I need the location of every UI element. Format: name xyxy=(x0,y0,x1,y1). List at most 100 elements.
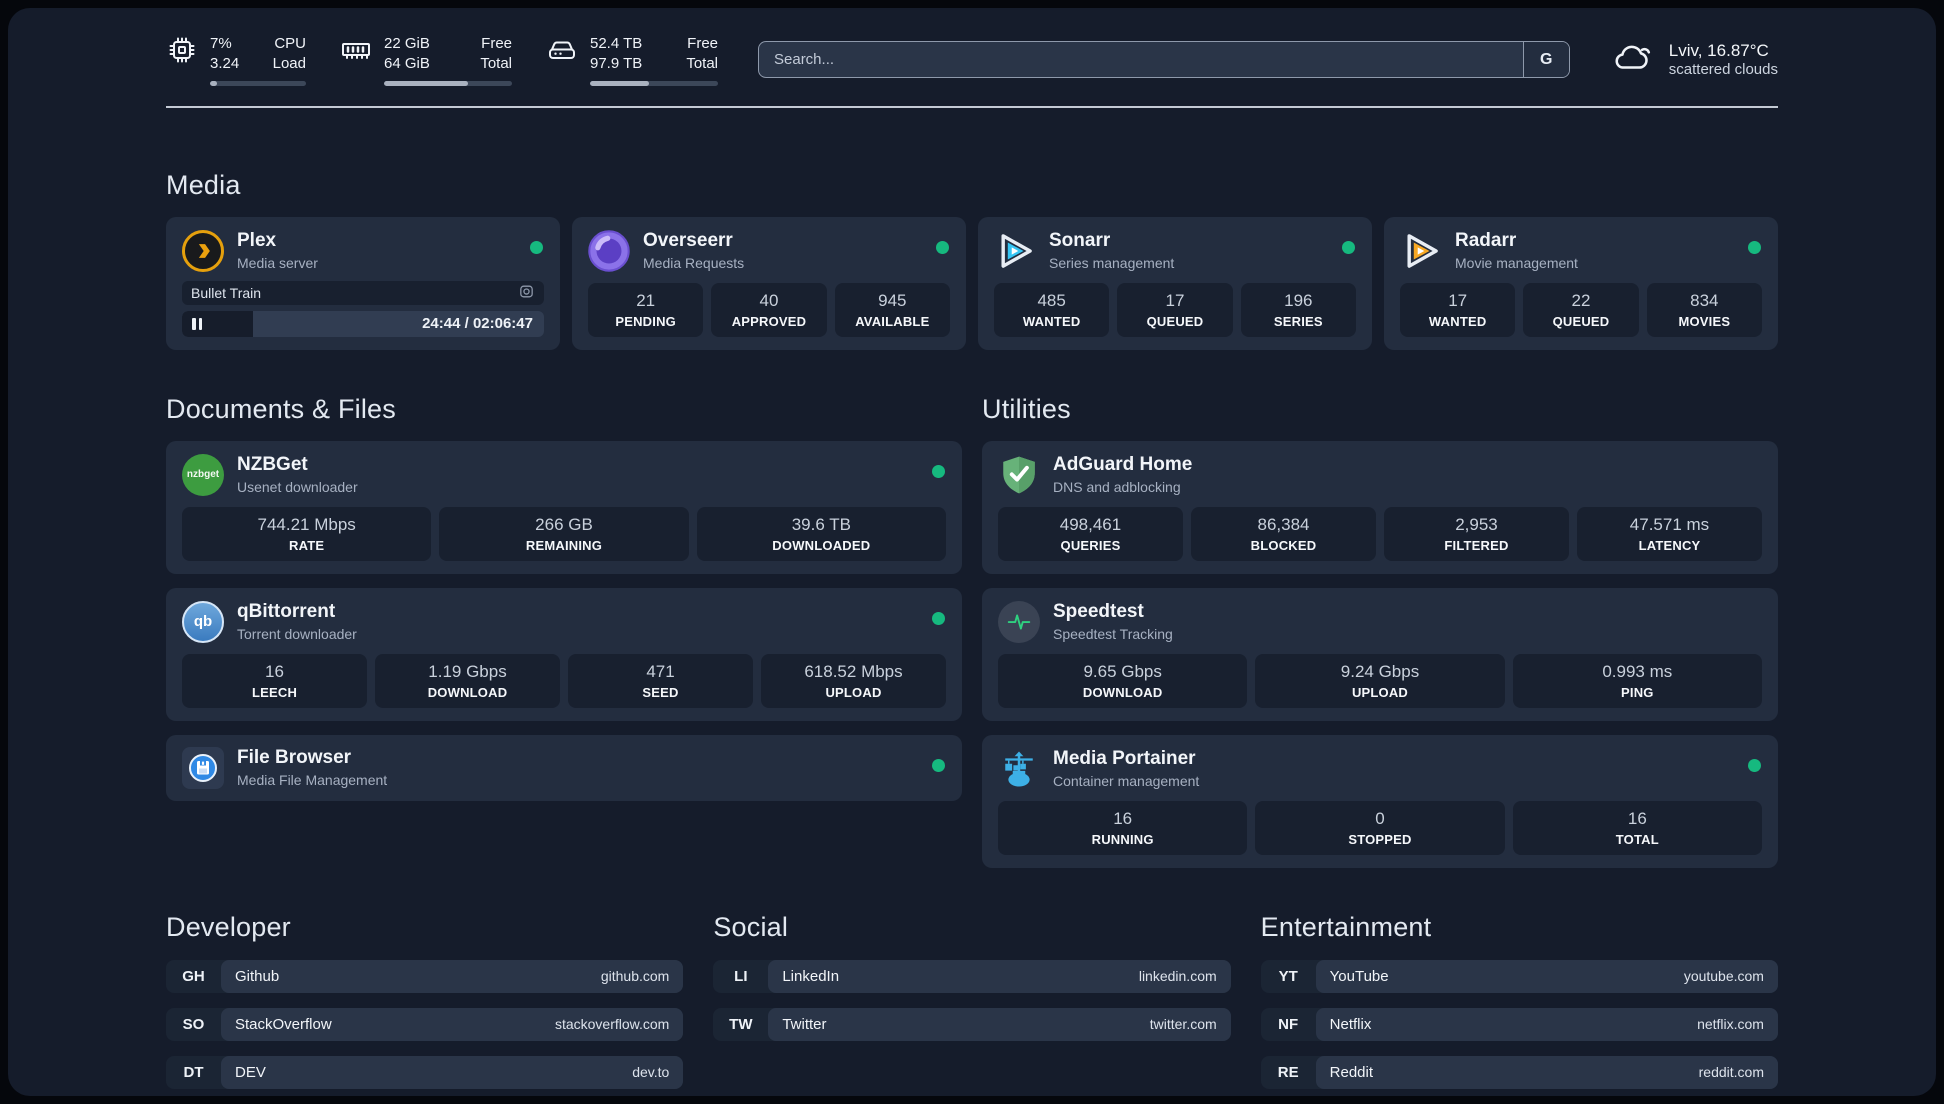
section-utilities: Utilities AdGuard Home DNS and adblockin… xyxy=(982,394,1778,868)
card-subtitle: Usenet downloader xyxy=(237,478,358,495)
dashboard-screen: 7% 3.24 CPU Load 22 GiB 64 GiB Free Tota… xyxy=(0,0,1944,1104)
cpu-load-label: Load xyxy=(272,55,306,73)
cpu-icon xyxy=(166,34,198,66)
link-netflix[interactable]: NF Netflix netflix.com xyxy=(1260,1007,1778,1041)
cpu-label: CPU xyxy=(274,35,306,52)
cpu-load-value: 3.24 xyxy=(210,55,240,73)
card-overseerr[interactable]: Overseerr Media Requests 21 PENDING 40 APP… xyxy=(572,216,966,350)
link-name: Reddit xyxy=(1329,1063,1374,1081)
stat-blocked: 86,384 BLOCKED xyxy=(1191,506,1376,561)
card-title: Overseerr xyxy=(643,230,733,252)
cloud-icon xyxy=(1610,40,1656,79)
stat-series: 196 SERIES xyxy=(1240,282,1356,337)
stat-download: 1.19 Gbps DOWNLOAD xyxy=(375,653,560,708)
card-title: qBittorrent xyxy=(237,601,336,623)
stat-wanted: 485 WANTED xyxy=(994,282,1110,337)
status-dot-online xyxy=(1748,240,1761,254)
stat-downloaded: 39.6 TB DOWNLOADED xyxy=(696,506,946,561)
card-subtitle: Media server xyxy=(237,254,318,271)
status-dot-online xyxy=(1342,240,1355,254)
card-portainer[interactable]: Media Portainer Container management 16 R… xyxy=(982,734,1778,868)
link-url: netflix.com xyxy=(1697,1016,1764,1032)
cpu-stat: 7% 3.24 CPU Load xyxy=(166,34,306,86)
card-adguard[interactable]: AdGuard Home DNS and adblocking 498,461 Q… xyxy=(982,440,1778,574)
card-title: AdGuard Home xyxy=(1053,454,1193,476)
link-github[interactable]: GH Github github.com xyxy=(166,959,684,993)
stat-wanted: 17 WANTED xyxy=(1400,282,1516,337)
stat-remaining: 266 GB REMAINING xyxy=(439,506,689,561)
card-subtitle: Container management xyxy=(1053,772,1200,789)
stat-latency: 47.571 ms LATENCY xyxy=(1577,506,1762,561)
playback-progress-bar: 24:44 / 02:06:47 xyxy=(182,310,544,337)
status-dot-online xyxy=(932,758,945,772)
card-nzbget[interactable]: nzbget NZBGet Usenet downloader 744.21 M… xyxy=(166,440,962,574)
link-name: YouTube xyxy=(1329,967,1389,985)
disk-stat: 52.4 TB 97.9 TB Free Total xyxy=(546,34,718,86)
link-url: youtube.com xyxy=(1683,968,1764,984)
stat-queued: 22 QUEUED xyxy=(1523,282,1639,337)
playback-played xyxy=(182,310,253,337)
card-subtitle: Movie management xyxy=(1455,254,1578,271)
disk-total-label: Total xyxy=(686,55,718,73)
card-plex[interactable]: Plex Media server Bullet Train 24:44 / 0… xyxy=(166,216,560,350)
link-tag: TW xyxy=(729,1015,753,1033)
stat-upload: 618.52 Mbps UPLOAD xyxy=(761,653,946,708)
status-dot-online xyxy=(1748,758,1761,772)
link-dev-to[interactable]: DT DEV dev.to xyxy=(166,1055,684,1089)
dashboard-panel: 7% 3.24 CPU Load 22 GiB 64 GiB Free Tota… xyxy=(8,8,1936,1096)
card-qbittorrent[interactable]: qb qBittorrent Torrent downloader 16 LEEC… xyxy=(166,587,962,721)
ram-free-value: 22 GiB xyxy=(384,35,430,52)
card-title: Sonarr xyxy=(1049,230,1111,252)
portainer-icon xyxy=(998,748,1040,790)
disk-total-value: 97.9 TB xyxy=(590,55,643,73)
link-tag: NF xyxy=(1278,1015,1299,1033)
ram-stat: 22 GiB 64 GiB Free Total xyxy=(340,34,512,86)
card-speedtest[interactable]: Speedtest Speedtest Tracking 9.65 Gbps DO… xyxy=(982,587,1778,721)
stat-queued: 17 QUEUED xyxy=(1117,282,1233,337)
section-title-developer: Developer xyxy=(166,911,291,942)
card-subtitle: Media Requests xyxy=(643,254,745,271)
card-sonarr[interactable]: Sonarr Series management 485 WANTED 17 QUE… xyxy=(978,216,1372,350)
now-playing-title: Bullet Train xyxy=(191,284,262,301)
stat-running: 16 RUNNING xyxy=(998,800,1248,855)
nzbget-icon: nzbget xyxy=(182,453,224,496)
stat-queries: 498,461 QUERIES xyxy=(998,506,1183,561)
plex-icon xyxy=(182,229,224,272)
link-tag: LI xyxy=(734,967,748,985)
section-developer: Developer GH Github github.com SO StackOv… xyxy=(166,911,684,1089)
cpu-percent: 7% xyxy=(210,35,232,52)
section-title-utilities: Utilities xyxy=(982,393,1071,424)
cpu-progress-bar xyxy=(210,80,306,86)
card-title: NZBGet xyxy=(237,454,308,476)
link-youtube[interactable]: YT YouTube youtube.com xyxy=(1260,959,1778,993)
section-media: Media Plex Media server Bullet Train 24:… xyxy=(166,170,1778,350)
link-stackoverflow[interactable]: SO StackOverflow stackoverflow.com xyxy=(166,1007,684,1041)
link-twitter[interactable]: TW Twitter twitter.com xyxy=(713,1007,1231,1041)
link-url: linkedin.com xyxy=(1138,968,1217,984)
stat-leech: 16 LEECH xyxy=(182,653,367,708)
link-reddit[interactable]: RE Reddit reddit.com xyxy=(1260,1055,1778,1089)
stat-filtered: 2,953 FILTERED xyxy=(1384,506,1569,561)
card-title: Media Portainer xyxy=(1053,748,1196,770)
ram-total-label: Total xyxy=(480,55,512,73)
link-linkedin[interactable]: LI LinkedIn linkedin.com xyxy=(713,959,1231,993)
card-filebrowser[interactable]: File Browser Media File Management xyxy=(166,734,962,801)
card-subtitle: Series management xyxy=(1049,254,1175,271)
qbittorrent-icon: qb xyxy=(182,600,224,643)
link-url: dev.to xyxy=(632,1064,670,1080)
search-input[interactable] xyxy=(758,41,1570,79)
disk-free-label: Free xyxy=(687,35,718,52)
section-documents: Documents & Files nzbget NZBGet Usenet d… xyxy=(166,394,962,868)
link-url: stackoverflow.com xyxy=(554,1016,670,1032)
radarr-icon xyxy=(1400,230,1442,272)
status-dot-online xyxy=(932,464,945,478)
link-name: StackOverflow xyxy=(235,1015,332,1033)
card-title: File Browser xyxy=(237,747,352,769)
speedtest-icon xyxy=(998,600,1040,643)
card-radarr[interactable]: Radarr Movie management 17 WANTED 22 QUEUE… xyxy=(1384,216,1778,350)
search-engine-button[interactable]: G xyxy=(1522,42,1569,78)
section-social: Social LI LinkedIn linkedin.com TW Twitte… xyxy=(713,912,1231,1089)
pause-button[interactable] xyxy=(192,317,202,330)
section-title-documents: Documents & Files xyxy=(166,393,396,424)
section-title-entertainment: Entertainment xyxy=(1260,911,1432,942)
